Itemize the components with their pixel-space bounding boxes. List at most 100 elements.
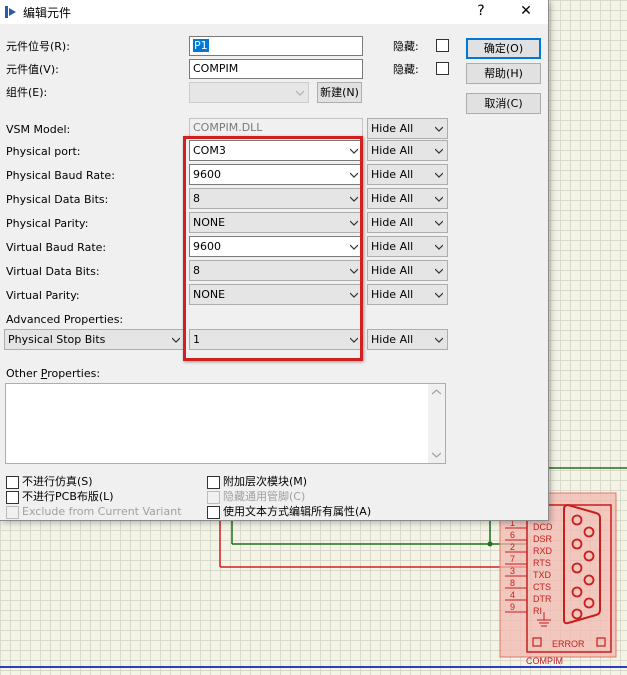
pin-name: RI	[533, 606, 542, 616]
property-value: 8	[193, 264, 200, 277]
chevron-down-icon	[435, 196, 443, 202]
exclude-sim-checkbox[interactable]	[6, 476, 19, 489]
property-value-combo[interactable]: NONE	[189, 284, 363, 305]
chevron-down-icon	[350, 172, 358, 178]
pin-number: 2	[510, 542, 515, 552]
value-label: 元件值(V):	[6, 63, 59, 76]
pin-name: RTS	[533, 558, 551, 568]
chevron-down-icon	[350, 337, 358, 343]
attach-hierarchy-checkbox[interactable]	[207, 476, 220, 489]
property-value: 9600	[193, 240, 221, 253]
property-value-combo[interactable]: NONE	[189, 212, 363, 233]
chevron-down-icon	[172, 337, 180, 343]
value-input[interactable]: COMPIM	[189, 59, 363, 79]
other-properties-textarea[interactable]	[5, 383, 446, 464]
visibility-combo[interactable]: Hide All	[367, 260, 448, 281]
help-title-button[interactable]: ?	[461, 0, 501, 22]
property-label: Physical Parity:	[6, 217, 89, 230]
property-value: NONE	[193, 288, 226, 301]
value-hidden-checkbox[interactable]	[436, 62, 449, 75]
exclude-pcb-checkbox[interactable]	[6, 491, 19, 504]
exclude-variant-label: Exclude from Current Variant	[22, 505, 182, 518]
property-label: Physical port:	[6, 145, 81, 158]
property-value-combo[interactable]: 8	[189, 260, 363, 281]
chevron-down-icon	[435, 292, 443, 298]
other-properties-label: Other Properties:	[6, 367, 101, 380]
value-hidden-label: 隐藏:	[393, 63, 419, 76]
property-label: VSM Model:	[6, 123, 71, 136]
chevron-down-icon	[350, 220, 358, 226]
chevron-down-icon	[435, 126, 443, 132]
pin-name: DTR	[533, 594, 552, 604]
chevron-down-icon	[435, 337, 443, 343]
ref-hidden-checkbox[interactable]	[436, 39, 449, 52]
visibility-combo[interactable]: Hide All	[367, 212, 448, 233]
visibility-combo[interactable]: Hide All	[367, 188, 448, 209]
group-combo[interactable]	[189, 82, 309, 103]
attach-hierarchy-label: 附加层次模块(M)	[223, 475, 308, 488]
chevron-down-icon	[435, 148, 443, 154]
pin-number: 8	[510, 578, 515, 588]
scroll-up-icon[interactable]	[432, 389, 441, 395]
pin-name: DCD	[533, 522, 553, 532]
visibility-value: Hide All	[371, 122, 414, 135]
advanced-visibility-combo[interactable]: Hide All	[367, 329, 448, 350]
visibility-combo[interactable]: Hide All	[367, 140, 448, 161]
advanced-value: 1	[193, 333, 200, 346]
chevron-down-icon	[435, 244, 443, 250]
hide-common-pins-label: 隐藏通用管脚(C)	[223, 490, 306, 503]
proteus-app-icon	[5, 6, 16, 18]
visibility-value: Hide All	[371, 288, 414, 301]
exclude-sim-label: 不进行仿真(S)	[22, 475, 93, 488]
edit-all-text-checkbox[interactable]	[207, 506, 220, 519]
property-value-combo[interactable]: 9600	[189, 164, 363, 185]
property-label: Virtual Baud Rate:	[6, 241, 107, 254]
visibility-value: Hide All	[371, 240, 414, 253]
property-value: 8	[193, 192, 200, 205]
advanced-property-combo[interactable]: Physical Stop Bits	[4, 329, 185, 350]
ok-button[interactable]: 确定(O)	[466, 38, 541, 59]
group-label: 组件(E):	[6, 86, 48, 99]
visibility-combo[interactable]: Hide All	[367, 118, 448, 139]
pin-number: 4	[510, 590, 515, 600]
pin-number: 9	[510, 602, 515, 612]
visibility-value: Hide All	[371, 192, 414, 205]
chevron-down-icon	[296, 90, 304, 96]
property-value-combo[interactable]: 8	[189, 188, 363, 209]
chevron-down-icon	[435, 268, 443, 274]
property-value: COM3	[193, 144, 226, 157]
chevron-down-icon	[350, 268, 358, 274]
property-value-combo[interactable]: COM3	[189, 140, 363, 161]
dialog-title: 编辑元件	[23, 6, 72, 20]
ref-input[interactable]: P1	[189, 36, 363, 56]
advanced-value-combo[interactable]: 1	[189, 329, 363, 350]
pin-name: DSR	[533, 534, 553, 544]
edit-all-text-label: 使用文本方式编辑所有属性(A)	[223, 505, 372, 518]
property-value-combo[interactable]: 9600	[189, 236, 363, 257]
help-button[interactable]: 帮助(H)	[466, 63, 541, 84]
textarea-scrollbar[interactable]	[428, 384, 445, 463]
exclude-variant-checkbox	[6, 506, 19, 519]
scroll-down-icon[interactable]	[432, 452, 441, 458]
pin-name: TXD	[533, 570, 552, 580]
new-button[interactable]: 新建(N)	[317, 82, 362, 103]
pin-number: 6	[510, 530, 515, 540]
visibility-combo[interactable]: Hide All	[367, 164, 448, 185]
property-label: Physical Data Bits:	[6, 193, 109, 206]
ref-label: 元件位号(R):	[6, 40, 70, 53]
edit-component-dialog: 编辑元件 ? ✕ 元件位号(R): P1 隐藏: 元件值(V): COMPIM …	[0, 0, 549, 521]
chevron-down-icon	[435, 220, 443, 226]
visibility-value: Hide All	[371, 144, 414, 157]
advanced-visibility-value: Hide All	[371, 333, 414, 346]
ref-hidden-label: 隐藏:	[393, 40, 419, 53]
close-button[interactable]: ✕	[506, 0, 546, 22]
cancel-button[interactable]: 取消(C)	[466, 93, 541, 114]
property-label: Virtual Parity:	[6, 289, 80, 302]
chevron-down-icon	[350, 292, 358, 298]
visibility-value: Hide All	[371, 264, 414, 277]
visibility-combo[interactable]: Hide All	[367, 236, 448, 257]
vsm-model-field: COMPIM.DLL	[189, 118, 363, 138]
pin-number: 7	[510, 554, 515, 564]
dialog-titlebar[interactable]: 编辑元件 ? ✕	[0, 0, 548, 24]
visibility-combo[interactable]: Hide All	[367, 284, 448, 305]
